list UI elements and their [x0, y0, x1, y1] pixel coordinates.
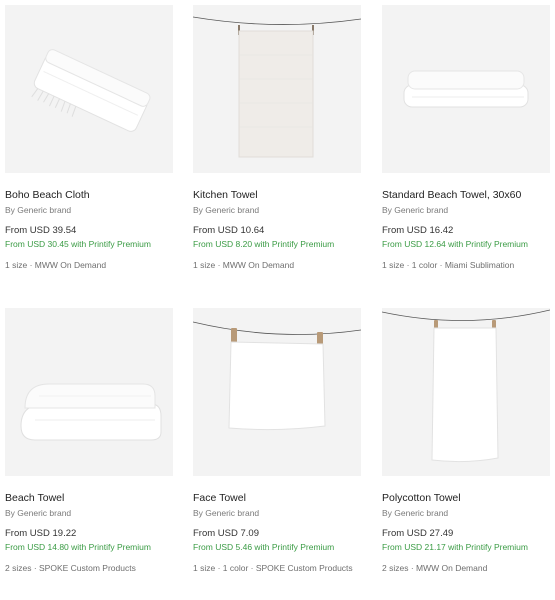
premium-price: From USD 8.20 with Printify Premium [193, 239, 335, 249]
product-price: From USD 7.09 [193, 528, 259, 539]
product-card[interactable]: Kitchen Towel By Generic brand From USD … [193, 5, 363, 271]
product-price: From USD 39.54 [5, 225, 77, 236]
hanging-towel-image [193, 16, 361, 158]
product-brand: By Generic brand [5, 205, 72, 215]
product-brand: By Generic brand [5, 508, 72, 518]
product-meta: 2 sizes · SPOKE Custom Products [5, 562, 136, 573]
product-card[interactable]: Boho Beach Cloth By Generic brand From U… [5, 5, 175, 271]
product-image[interactable] [5, 5, 173, 173]
product-brand: By Generic brand [382, 508, 449, 518]
product-card[interactable]: Polycotton Towel By Generic brand From U… [382, 308, 552, 574]
product-image[interactable] [5, 308, 173, 476]
product-brand: By Generic brand [193, 508, 260, 518]
product-price: From USD 27.49 [382, 528, 454, 539]
product-name[interactable]: Polycotton Towel [382, 492, 552, 505]
product-image[interactable] [382, 5, 550, 173]
premium-price: From USD 21.17 with Printify Premium [382, 542, 528, 552]
product-brand: By Generic brand [193, 205, 260, 215]
product-price: From USD 10.64 [193, 225, 265, 236]
product-meta: 1 size · MWW On Demand [193, 259, 295, 270]
premium-price: From USD 30.45 with Printify Premium [5, 239, 151, 249]
premium-price: From USD 12.64 with Printify Premium [382, 239, 528, 249]
product-image[interactable] [382, 308, 550, 476]
premium-price: From USD 14.80 with Printify Premium [5, 542, 151, 552]
product-name[interactable]: Boho Beach Cloth [5, 189, 175, 202]
product-name[interactable]: Kitchen Towel [193, 189, 363, 202]
product-name[interactable]: Face Towel [193, 492, 363, 505]
product-image[interactable] [193, 5, 361, 173]
face-towel-image [193, 321, 361, 431]
product-price: From USD 16.42 [382, 225, 454, 236]
product-name[interactable]: Standard Beach Towel, 30x60 [382, 189, 552, 202]
product-meta: 1 size · MWW On Demand [5, 259, 107, 270]
product-meta: 1 size · 1 color · SPOKE Custom Products [193, 562, 353, 573]
product-meta: 1 size · 1 color · Miami Sublimation [382, 259, 515, 270]
product-brand: By Generic brand [382, 205, 449, 215]
product-image[interactable] [193, 308, 361, 476]
product-price: From USD 19.22 [5, 528, 77, 539]
product-card[interactable]: Face Towel By Generic brand From USD 7.0… [193, 308, 363, 574]
product-meta: 2 sizes · MWW On Demand [382, 562, 488, 573]
folded-towel-image [403, 70, 529, 108]
product-name[interactable]: Beach Towel [5, 492, 175, 505]
polycotton-towel-image [382, 309, 550, 463]
product-grid: Boho Beach Cloth By Generic brand From U… [0, 0, 555, 600]
product-card[interactable]: Beach Towel By Generic brand From USD 19… [5, 308, 175, 574]
folded-beach-towel-image [20, 383, 162, 441]
premium-price: From USD 5.46 with Printify Premium [193, 542, 335, 552]
product-card[interactable]: Standard Beach Towel, 30x60 By Generic b… [382, 5, 552, 271]
folded-cloth-image [31, 49, 151, 132]
